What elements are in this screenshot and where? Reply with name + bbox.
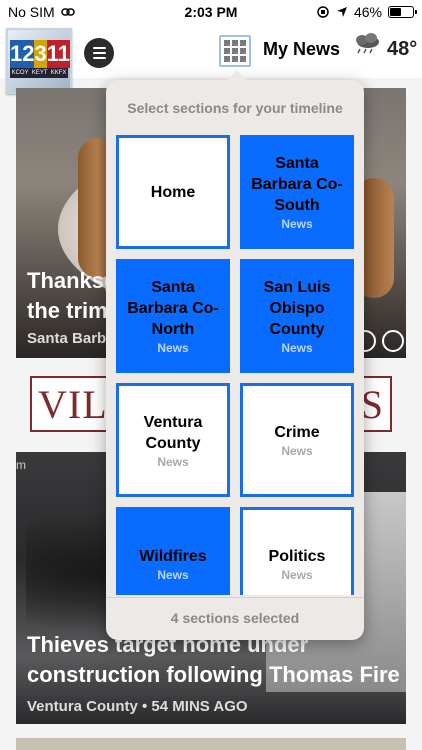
battery-fill — [390, 8, 402, 16]
section-tile[interactable]: Politics News — [240, 507, 354, 595]
section-subtitle: News — [281, 444, 313, 458]
logo-number-2: 3 — [34, 40, 47, 68]
app-screen: No SIM 2:03 PM 46% 12 3 11 KCOY KEYT KKF… — [0, 0, 422, 750]
section-subtitle: News — [281, 217, 313, 231]
section-title: Santa Barbara Co-North — [127, 279, 219, 338]
section-title: Ventura County — [143, 413, 203, 452]
station-logo[interactable]: 12 3 11 KCOY KEYT KKFX — [6, 28, 72, 94]
battery-icon — [388, 6, 417, 18]
section-tile[interactable]: San Luis Obispo County News — [240, 259, 354, 373]
my-news-title[interactable]: My News — [263, 39, 340, 60]
logo-call-3: KKFX — [50, 70, 67, 76]
section-title: Politics — [268, 548, 326, 565]
gallery-icon[interactable] — [382, 330, 404, 352]
section-subtitle: News — [281, 568, 313, 582]
section-grid: Home Santa Barbara Co-South News Santa Barb… — [116, 135, 354, 595]
logo-number-1: 12 — [10, 40, 35, 68]
section-subtitle: News — [281, 341, 313, 355]
section-title: Santa Barbara Co-South — [251, 155, 343, 214]
section-tile[interactable]: Ventura County News — [116, 383, 230, 497]
card-meta: Ventura County • 54 MINS AGO — [27, 698, 248, 715]
section-tile[interactable]: Santa Barbara Co-North News — [116, 259, 230, 373]
menu-icon[interactable] — [84, 38, 114, 68]
grid-icon[interactable] — [219, 35, 251, 67]
temperature: 48° — [387, 38, 418, 60]
ad-text-right: S — [360, 381, 384, 427]
news-card[interactable] — [16, 738, 406, 750]
section-subtitle: News — [157, 568, 189, 582]
section-tile[interactable]: Santa Barbara Co-South News — [240, 135, 354, 249]
rotation-lock-icon — [317, 6, 329, 18]
logo-call-1: KCOY — [11, 70, 29, 76]
section-tile[interactable]: Wildfires News — [116, 507, 230, 595]
logo-number-3: 11 — [46, 40, 70, 68]
logo-call-2: KEYT — [31, 70, 48, 76]
section-tile[interactable]: Crime News — [240, 383, 354, 497]
section-subtitle: News — [157, 454, 189, 469]
card-title: Thanksg the trim — [27, 268, 118, 323]
card-corner-text: m — [16, 458, 26, 472]
weather-cloud-icon[interactable] — [352, 31, 382, 55]
section-tile[interactable]: Home — [116, 135, 230, 249]
section-title: Home — [150, 183, 196, 201]
selected-count: 4 sections selected — [170, 610, 300, 626]
card-meta: Santa Barb — [27, 330, 107, 347]
section-title: Crime — [274, 424, 320, 441]
section-title: Wildfires — [139, 548, 207, 565]
app-header: 12 3 11 KCOY KEYT KKFX My News 48° — [0, 26, 422, 94]
status-bar: No SIM 2:03 PM 46% — [0, 0, 422, 26]
section-picker-popup: Select sections for your timeline Home Sa… — [106, 70, 364, 640]
popup-heading: Select sections for your timeline — [127, 100, 343, 116]
location-arrow-icon — [336, 7, 347, 17]
battery-percent: 46% — [353, 4, 382, 20]
section-title: San Luis Obispo County — [263, 279, 331, 338]
section-subtitle: News — [157, 341, 189, 355]
